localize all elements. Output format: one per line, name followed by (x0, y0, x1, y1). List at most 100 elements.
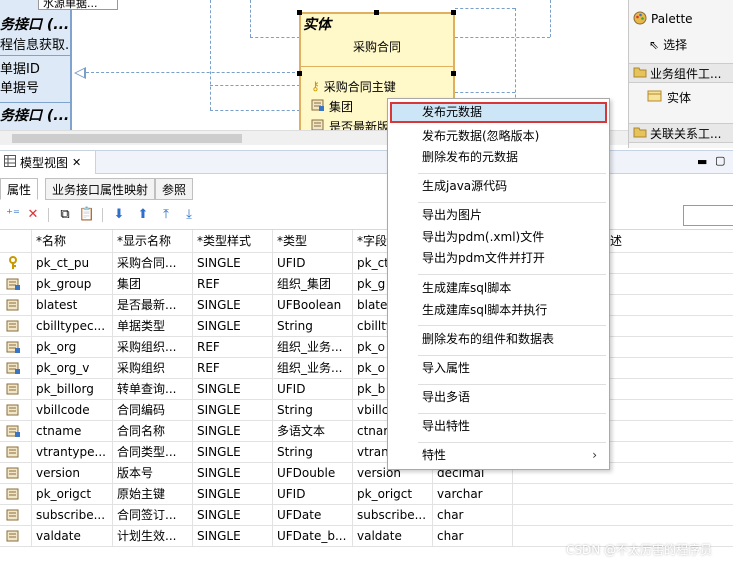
table-row[interactable]: pk_group 集团 REF 组织_集团 pk_g (0, 274, 733, 295)
table-cell-style[interactable]: SINGLE (193, 421, 273, 442)
table-cell-style[interactable]: SINGLE (193, 442, 273, 463)
table-cell-display[interactable]: 是否最新... (113, 295, 193, 316)
palette-select-tool[interactable]: ⇖ 选择 (649, 36, 687, 53)
subtab-interface-mapping[interactable]: 业务接口属性映射 (45, 178, 156, 200)
table-cell-display[interactable]: 合同名称 (113, 421, 193, 442)
table-row[interactable]: subscribe... 合同签订... SINGLE UFDate subscribe… (0, 505, 733, 526)
table-cell-name[interactable]: blatest (32, 295, 113, 316)
table-cell-type[interactable]: String (273, 316, 353, 337)
table-cell-name[interactable]: valdate (32, 526, 113, 547)
table-cell-style[interactable]: SINGLE (193, 484, 273, 505)
subtab-properties[interactable]: 属性 (0, 178, 39, 200)
move-up-icon[interactable]: ⬆ (134, 206, 152, 224)
table-cell-field[interactable]: valdate (353, 526, 433, 547)
maximize-icon[interactable]: ▢ (715, 154, 725, 167)
table-cell-style[interactable]: SINGLE (193, 379, 273, 400)
table-cell-type[interactable]: UFID (273, 379, 353, 400)
table-cell-dbtype[interactable]: varchar (433, 484, 513, 505)
table-cell-type[interactable]: 组织_业务... (273, 337, 353, 358)
table-cell-display[interactable]: 集团 (113, 274, 193, 295)
palette-header[interactable]: Palette (629, 8, 733, 30)
table-cell-style[interactable]: REF (193, 337, 273, 358)
table-cell-type[interactable]: 组织_集团 (273, 274, 353, 295)
table-cell-type[interactable]: 多语文本 (273, 421, 353, 442)
scrollbar-thumb[interactable] (12, 134, 242, 143)
table-cell-type[interactable]: String (273, 442, 353, 463)
palette-group[interactable]: 关联关系工... (629, 123, 733, 143)
palette-group[interactable]: 业务组件工... (629, 63, 733, 83)
copy-icon[interactable]: ⧉ (56, 206, 74, 224)
table-row[interactable]: ctname 合同名称 SINGLE 多语文本 ctnar (0, 421, 733, 442)
menu-item-import-attributes[interactable]: 导入属性 (390, 358, 607, 379)
subtab-reference[interactable]: 参照 (155, 178, 194, 200)
table-cell-name[interactable]: ctname (32, 421, 113, 442)
table-cell-style[interactable]: SINGLE (193, 463, 273, 484)
interface-box[interactable]: 务接口 (... 程信息获取... 单据ID 单据号 务接口 (... (0, 0, 72, 145)
table-row[interactable]: pk_org 采购组织... REF 组织_业务... pk_o (0, 337, 733, 358)
menu-item-delete-published-components[interactable]: 删除发布的组件和数据表 (390, 329, 607, 350)
table-cell-type[interactable]: UFDouble (273, 463, 353, 484)
filter-input[interactable] (683, 205, 733, 226)
table-cell-type[interactable]: UFDate_b... (273, 526, 353, 547)
table-cell-display[interactable]: 合同签订... (113, 505, 193, 526)
table-row[interactable]: pk_billorg 转单查询... SINGLE UFID pk_b (0, 379, 733, 400)
table-cell-name[interactable]: version (32, 463, 113, 484)
table-row[interactable]: blatest 是否最新... SINGLE UFBoolean blate (0, 295, 733, 316)
column-header[interactable]: *显示名称 (113, 230, 193, 253)
column-header[interactable]: *类型样式 (193, 230, 273, 253)
menu-item-publish-metadata[interactable]: 发布元数据 (390, 102, 607, 123)
move-bottom-icon[interactable]: ⤓ (180, 206, 198, 224)
selection-handle[interactable] (297, 10, 302, 15)
table-row[interactable]: vbillcode 合同编码 SINGLE String vbillc (0, 400, 733, 421)
table-cell-style[interactable]: SINGLE (193, 526, 273, 547)
table-cell-dbtype[interactable]: char (433, 505, 513, 526)
selection-handle[interactable] (297, 71, 302, 76)
menu-item-export-multilang[interactable]: 导出多语 (390, 387, 607, 408)
entity-attribute[interactable]: ⚷ 采购合同主键 (311, 76, 396, 96)
table-cell-dbtype[interactable]: char (433, 526, 513, 547)
minimize-icon[interactable]: ▬ (697, 155, 707, 168)
table-cell-type[interactable]: UFDate (273, 505, 353, 526)
menu-item-generate-sql-execute[interactable]: 生成建库sql脚本并执行 (390, 300, 607, 321)
table-cell-style[interactable]: SINGLE (193, 505, 273, 526)
table-cell-display[interactable]: 转单查询... (113, 379, 193, 400)
menu-item-export-features[interactable]: 导出特性 (390, 416, 607, 437)
tab-model-view[interactable]: 模型视图 ✕ (0, 151, 96, 174)
table-row[interactable]: pk_ct_pu 采购合同... SINGLE UFID pk_ct (0, 253, 733, 274)
table-cell-type[interactable]: String (273, 400, 353, 421)
table-cell-display[interactable]: 计划生效... (113, 526, 193, 547)
mini-tab[interactable]: 水源单据... (38, 0, 118, 10)
table-cell-display[interactable]: 采购组织 (113, 358, 193, 379)
column-header[interactable]: *名称 (32, 230, 113, 253)
table-cell-field[interactable]: subscribe... (353, 505, 433, 526)
table-cell-name[interactable]: pk_ct_pu (32, 253, 113, 274)
move-down-icon[interactable]: ⬇ (110, 206, 128, 224)
menu-item-export-pdm-xml[interactable]: 导出为pdm(.xml)文件 (390, 227, 607, 248)
column-header[interactable]: *类型 (273, 230, 353, 253)
close-icon[interactable]: ✕ (72, 156, 81, 169)
menu-item-publish-ignore-version[interactable]: 发布元数据(忽略版本) (390, 126, 607, 147)
table-cell-name[interactable]: pk_org_v (32, 358, 113, 379)
selection-handle[interactable] (374, 10, 379, 15)
selection-handle[interactable] (451, 10, 456, 15)
table-cell-style[interactable]: REF (193, 274, 273, 295)
table-row[interactable]: pk_org_v 采购组织 REF 组织_业务... pk_o (0, 358, 733, 379)
menu-item-generate-sql[interactable]: 生成建库sql脚本 (390, 278, 607, 299)
table-cell-display[interactable]: 单据类型 (113, 316, 193, 337)
menu-item-features[interactable]: 特性 › (390, 445, 607, 466)
palette-entity-tool[interactable]: 实体 (647, 89, 691, 106)
selection-handle[interactable] (451, 71, 456, 76)
table-row[interactable]: pk_origct 原始主键 SINGLE UFID pk_origct varchar (0, 484, 733, 505)
table-cell-name[interactable]: pk_billorg (32, 379, 113, 400)
table-cell-style[interactable]: REF (193, 358, 273, 379)
menu-item-delete-published-metadata[interactable]: 删除发布的元数据 (390, 147, 607, 168)
delete-row-icon[interactable]: ✕ (24, 206, 42, 224)
menu-item-export-pdm-open[interactable]: 导出为pdm文件并打开 (390, 248, 607, 269)
table-cell-name[interactable]: subscribe... (32, 505, 113, 526)
table-row[interactable]: cbilltypec... 单据类型 SINGLE String cbillty (0, 316, 733, 337)
table-cell-type[interactable]: 组织_业务... (273, 358, 353, 379)
table-cell-name[interactable]: pk_origct (32, 484, 113, 505)
menu-item-generate-java[interactable]: 生成java源代码 (390, 176, 607, 197)
table-cell-type[interactable]: UFID (273, 253, 353, 274)
table-cell-display[interactable]: 合同编码 (113, 400, 193, 421)
